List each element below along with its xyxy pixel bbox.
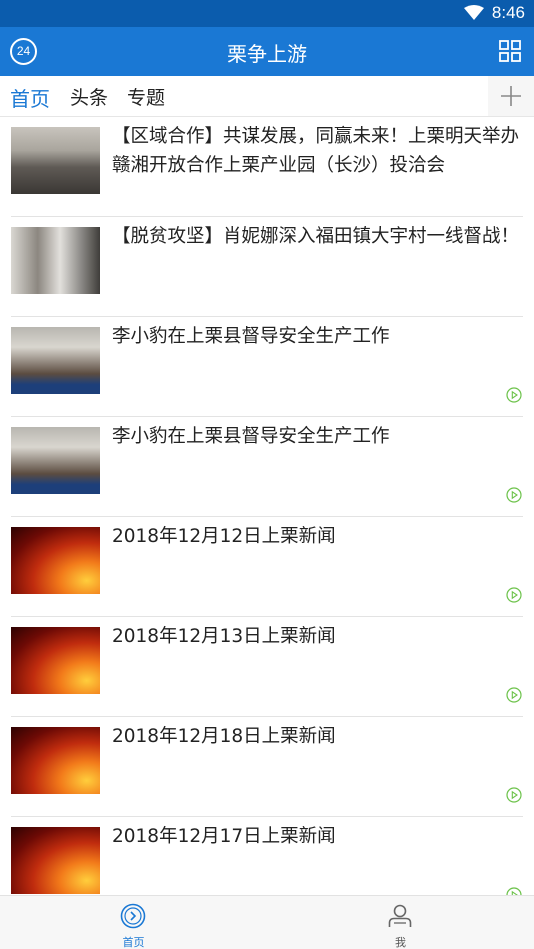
app-bar: 24 栗争上游 <box>0 27 534 76</box>
video-play-icon <box>506 587 522 603</box>
nav-me-label: 我 <box>395 936 406 949</box>
news-item[interactable]: 2018年12月13日上栗新闻 <box>0 617 534 717</box>
news-title: 2018年12月17日上栗新闻 <box>112 826 336 847</box>
news-title: 李小豹在上栗县督导安全生产工作 <box>112 326 390 347</box>
tab-bar: 首页 头条 专题 <box>0 76 534 117</box>
news-item[interactable]: 李小豹在上栗县督导安全生产工作 <box>0 417 534 517</box>
news-title: 李小豹在上栗县督导安全生产工作 <box>112 426 390 447</box>
news-item[interactable]: 【区域合作】共谋发展，同赢未来！上栗明天举办赣湘开放合作上栗产业园（长沙）投洽会 <box>0 117 534 217</box>
video-play-icon <box>506 887 522 895</box>
video-play-icon <box>506 787 522 803</box>
news-thumbnail <box>11 127 100 194</box>
video-play-icon <box>506 387 522 403</box>
news-item[interactable]: 2018年12月12日上栗新闻 <box>0 517 534 617</box>
status-time: 8:46 <box>491 3 525 22</box>
user-icon <box>388 904 412 927</box>
news-item[interactable]: 【脱贫攻坚】肖妮娜深入福田镇大宇村一线督战！ <box>0 217 534 317</box>
news-title: 【区域合作】共谋发展，同赢未来！上栗明天举办赣湘开放合作上栗产业园（长沙）投洽会 <box>112 126 520 176</box>
news-thumbnail <box>11 327 100 394</box>
video-play-icon <box>506 687 522 703</box>
news-item[interactable]: 李小豹在上栗县督导安全生产工作 <box>0 317 534 417</box>
page-title: 栗争上游 <box>227 42 307 66</box>
news-thumbnail <box>11 527 100 594</box>
nav-home-label: 首页 <box>122 936 145 949</box>
news-thumbnail <box>11 727 100 794</box>
news-thumbnail <box>11 227 100 294</box>
home-icon <box>120 903 146 929</box>
video-play-icon <box>506 487 522 503</box>
status-bar: 8:46 <box>0 0 534 27</box>
tab-headlines[interactable]: 头条 <box>70 83 108 110</box>
news-thumbnail <box>11 427 100 494</box>
news-thumbnail <box>11 627 100 694</box>
plus-icon <box>501 86 521 106</box>
news-item[interactable]: 2018年12月17日上栗新闻 <box>0 817 534 895</box>
grid-icon[interactable] <box>499 40 521 62</box>
tab-topics[interactable]: 专题 <box>127 83 165 110</box>
add-channel-button[interactable] <box>488 76 534 116</box>
news-title: 2018年12月18日上栗新闻 <box>112 726 336 747</box>
bottom-nav: 首页 我 <box>0 895 534 949</box>
nav-me[interactable]: 我 <box>267 896 534 949</box>
news-thumbnail <box>11 827 100 894</box>
news-feed: 【区域合作】共谋发展，同赢未来！上栗明天举办赣湘开放合作上栗产业园（长沙）投洽会… <box>0 117 534 895</box>
wifi-icon <box>464 5 484 20</box>
news-item[interactable]: 2018年12月18日上栗新闻 <box>0 717 534 817</box>
nav-home[interactable]: 首页 <box>0 896 267 949</box>
news-title: 2018年12月13日上栗新闻 <box>112 626 336 647</box>
news-title: 2018年12月12日上栗新闻 <box>112 526 336 547</box>
news-title: 【脱贫攻坚】肖妮娜深入福田镇大宇村一线督战！ <box>112 226 520 247</box>
tab-home[interactable]: 首页 <box>10 83 50 112</box>
